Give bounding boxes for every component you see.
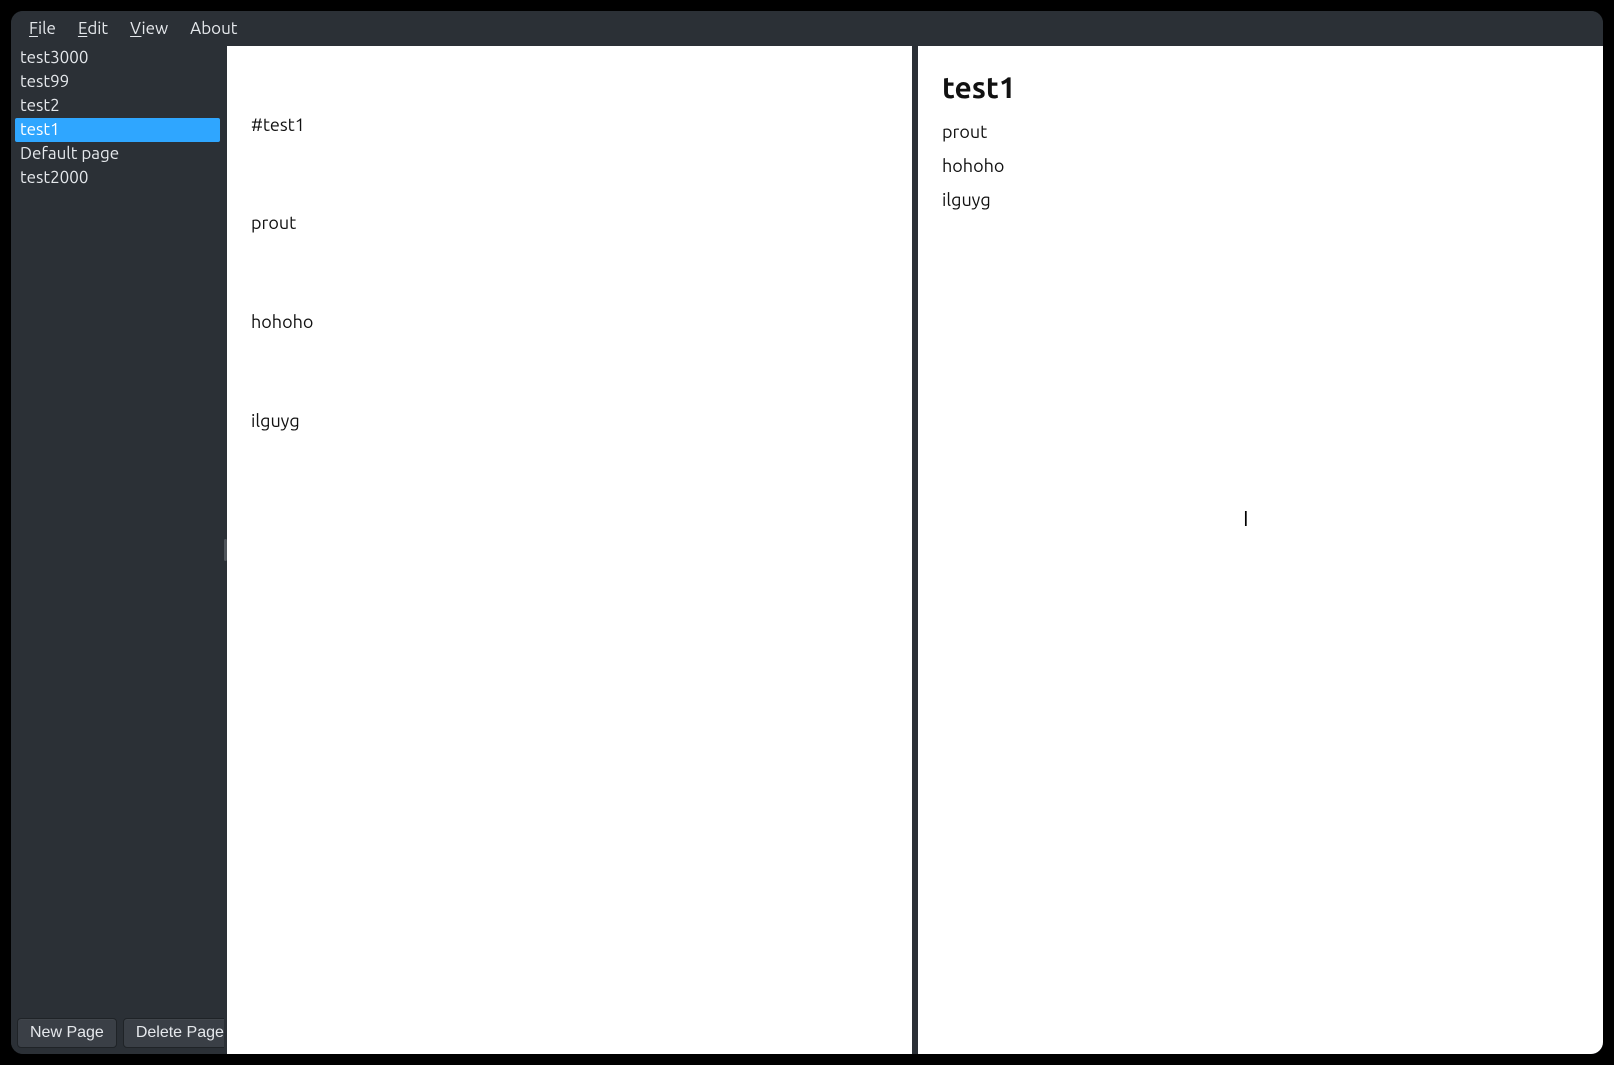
sidebar-splitter[interactable] — [224, 46, 227, 1054]
menu-view-mnemonic: V — [130, 19, 141, 38]
menu-file-mnemonic: F — [29, 19, 38, 38]
menubar: File Edit View About — [11, 11, 1603, 46]
markdown-editor[interactable]: #test1 prout hohoho ilguyg — [227, 46, 912, 1054]
menu-edit[interactable]: Edit — [74, 17, 112, 40]
delete-page-button[interactable]: Delete Page — [123, 1018, 237, 1048]
app-window: File Edit View About test3000 test99 tes… — [11, 11, 1603, 1054]
menu-edit-mnemonic: E — [78, 19, 87, 38]
page-item-default-page[interactable]: Default page — [15, 142, 220, 166]
markdown-preview[interactable]: test1 prout hohoho ilguyg — [918, 46, 1603, 1054]
page-item-test3000[interactable]: test3000 — [15, 46, 220, 70]
page-list[interactable]: test3000 test99 test2 test1 Default page… — [11, 46, 224, 1012]
preview-paragraph: ilguyg — [942, 190, 1579, 210]
page-item-test2[interactable]: test2 — [15, 94, 220, 118]
content-area: test3000 test99 test2 test1 Default page… — [11, 46, 1603, 1054]
preview-paragraph: prout — [942, 122, 1579, 142]
page-item-test2000[interactable]: test2000 — [15, 166, 220, 190]
sidebar-buttons: New Page Delete Page — [11, 1012, 224, 1054]
sidebar: test3000 test99 test2 test1 Default page… — [11, 46, 224, 1054]
menu-file[interactable]: File — [25, 17, 60, 40]
preview-paragraph: hohoho — [942, 156, 1579, 176]
menu-about[interactable]: About — [186, 17, 241, 40]
menu-view[interactable]: View — [126, 17, 172, 40]
page-item-test99[interactable]: test99 — [15, 70, 220, 94]
new-page-button[interactable]: New Page — [17, 1018, 117, 1048]
page-item-test1[interactable]: test1 — [15, 118, 220, 142]
editor-line: prout — [251, 211, 888, 235]
preview-heading: test1 — [942, 70, 1579, 104]
editor-line: hohoho — [251, 310, 888, 334]
editor-line: ilguyg — [251, 409, 888, 433]
editor-line: #test1 — [251, 113, 888, 137]
